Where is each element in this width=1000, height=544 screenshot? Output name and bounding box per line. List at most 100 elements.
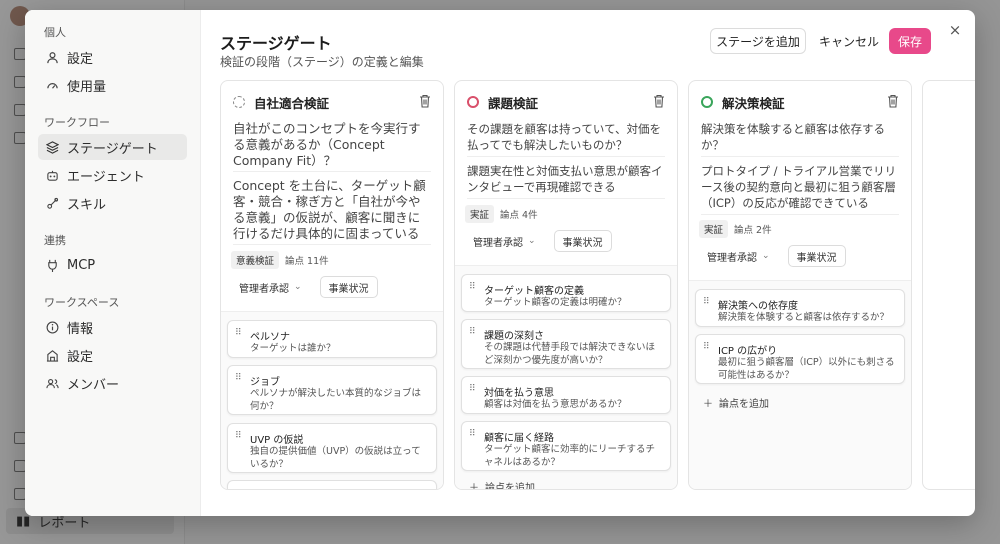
nav-item-agent[interactable]: エージェント (38, 162, 187, 188)
nav-item-info[interactable]: 情報 (38, 314, 187, 340)
divider (701, 214, 899, 215)
list-item[interactable] (227, 480, 437, 489)
point-count: 論点 2件 (734, 225, 772, 236)
users-icon (45, 376, 59, 390)
nav-item-skill[interactable]: スキル (38, 190, 187, 216)
list-item[interactable]: ⠿ UVP の仮説 独自の提供価値（UVP）の仮説は立っているか？ (227, 423, 437, 473)
approval-select[interactable]: 管理者承認 ⌄ (233, 276, 308, 298)
settings-sidebar: 個人 設定 使用量 ワークフロー ステージゲート エージェント スキル 連携 M… (25, 10, 201, 516)
stage-name[interactable]: 課題検証 (488, 93, 538, 112)
drag-handle-icon[interactable]: ⠿ (703, 298, 710, 307)
divider (467, 198, 665, 199)
section-title-workspace: ワークスペース (44, 296, 120, 309)
stage-name[interactable]: 解決策検証 (722, 93, 785, 112)
stage-header: 自社適合検証 (233, 93, 329, 111)
drag-handle-icon[interactable]: ⠿ (469, 328, 476, 337)
section-title-integration: 連携 (44, 234, 66, 247)
stage-type-badge: 実証 (699, 220, 729, 238)
point-list: ⠿ 解決策への依存度 解決策を体験すると顧客は依存するか？ ⠿ ICP の広がり… (689, 280, 911, 489)
list-item[interactable]: ⠿ ICP の広がり 最初に狙う顧客層（ICP）以外にも刺さる可能性はあるか？ (695, 334, 905, 384)
stage-question[interactable]: 自社がこのコンセプトを今実行する意義があるか（Concept Company F… (233, 121, 431, 169)
stage-criteria[interactable]: Concept を土台に、ターゲット顧客・競合・稼ぎ方と「自社が今やる意義」の仮… (233, 178, 431, 242)
stage-controls: 管理者承認 ⌄ 事業状況 (467, 230, 612, 252)
plus-icon: ＋ (703, 399, 713, 410)
nav-item-usage[interactable]: 使用量 (38, 72, 187, 98)
chevron-down-icon: ⌄ (528, 236, 536, 246)
drag-handle-icon[interactable]: ⠿ (469, 385, 476, 394)
list-item[interactable]: ⠿ ターゲット顧客の定義 ターゲット顧客の定義は明確か？ (461, 274, 671, 312)
nav-item-stage-gate[interactable]: ステージゲート (38, 134, 187, 160)
list-item[interactable]: ⠿ 顧客に届く経路 ターゲット顧客に効率的にリーチするチャネルはあるか？ (461, 421, 671, 471)
drag-handle-icon[interactable]: ⠿ (703, 343, 710, 352)
stage-criteria[interactable]: プロトタイプ / トライアル営業でリリース後の契約意向と最初に狙う顧客層（ICP… (701, 163, 899, 211)
stage-meta: 意義検証 論点 11件 (231, 251, 329, 269)
stage-type-badge: 実証 (465, 205, 495, 223)
plug-icon (45, 258, 59, 272)
list-item[interactable]: ⠿ 対価を払う意思 顧客は対価を払う意思があるか？ (461, 376, 671, 414)
approval-select[interactable]: 管理者承認 ⌄ (701, 245, 776, 267)
add-point-button[interactable]: ＋ 論点を追加 (469, 479, 535, 490)
drag-handle-icon[interactable]: ⠿ (235, 329, 242, 338)
point-list: ⠿ ペルソナ ターゲットは誰か？ ⠿ ジョブ ペルソナが解決したい本質的なジョブ… (221, 311, 443, 489)
stage-card-3: 解決策検証 解決策を体験すると顧客は依存するか？ プロトタイプ / トライアル営… (688, 80, 912, 490)
business-status-button[interactable]: 事業状況 (787, 245, 846, 267)
stage-question[interactable]: その課題を顧客は持っていて、対価を払ってでも解決したいものか？ (467, 121, 665, 153)
trash-icon[interactable] (653, 94, 665, 108)
section-title-personal: 個人 (44, 26, 66, 39)
cancel-button[interactable]: キャンセル (815, 28, 883, 54)
stage-question[interactable]: 解決策を体験すると顧客は依存するか？ (701, 121, 899, 153)
chevron-down-icon: ⌄ (294, 282, 302, 292)
stage-controls: 管理者承認 ⌄ 事業状況 (233, 276, 378, 298)
list-item[interactable]: ⠿ 課題の深刻さ その課題は代替手段では解決できないほど深刻かつ優先度が高いか？ (461, 319, 671, 369)
settings-modal: 個人 設定 使用量 ワークフロー ステージゲート エージェント スキル 連携 M… (25, 10, 975, 516)
bot-icon (45, 168, 59, 182)
skill-icon (45, 196, 59, 210)
drag-handle-icon[interactable]: ⠿ (469, 283, 476, 292)
drag-handle-icon[interactable]: ⠿ (469, 430, 476, 439)
stage-meta: 実証 論点 2件 (699, 220, 772, 238)
add-point-button[interactable]: ＋ 論点を追加 (703, 395, 769, 410)
drag-handle-icon[interactable]: ⠿ (235, 374, 242, 383)
close-icon[interactable]: × (947, 22, 963, 38)
approval-select[interactable]: 管理者承認 ⌄ (467, 230, 542, 252)
stage-name[interactable]: 自社適合検証 (254, 93, 329, 112)
stage-status-icon (467, 96, 479, 108)
divider (467, 156, 665, 157)
stage-card-4-partial (922, 80, 975, 490)
plus-icon: ＋ (469, 483, 479, 490)
stage-meta: 実証 論点 4件 (465, 205, 538, 223)
drag-handle-icon[interactable]: ⠿ (235, 432, 242, 441)
stage-status-icon (233, 96, 245, 108)
stage-criteria[interactable]: 課題実在性と対価支払い意思が顧客インタビューで再現確認できる (467, 163, 665, 195)
page-subtitle: 検証の段階（ステージ）の定義と編集 (220, 55, 424, 69)
trash-icon[interactable] (419, 94, 431, 108)
add-stage-button[interactable]: ステージを追加 (710, 28, 806, 54)
nav-item-members[interactable]: メンバー (38, 370, 187, 396)
chevron-down-icon: ⌄ (762, 251, 770, 261)
divider (701, 156, 899, 157)
user-icon (45, 50, 59, 64)
stage-gate-icon (45, 140, 59, 154)
list-item[interactable]: ⠿ ジョブ ペルソナが解決したい本質的なジョブは何か？ (227, 365, 437, 415)
business-status-button[interactable]: 事業状況 (553, 230, 612, 252)
nav-item-mcp[interactable]: MCP (38, 252, 187, 278)
list-item[interactable]: ⠿ 解決策への依存度 解決策を体験すると顧客は依存するか？ (695, 289, 905, 327)
stage-card-2: 課題検証 その課題を顧客は持っていて、対価を払ってでも解決したいものか？ 課題実… (454, 80, 678, 490)
point-count: 論点 4件 (500, 210, 538, 221)
stage-type-badge: 意義検証 (231, 251, 280, 269)
point-list: ⠿ ターゲット顧客の定義 ターゲット顧客の定義は明確か？ ⠿ 課題の深刻さ その… (455, 265, 677, 490)
stage-gate-panel: ステージゲート 検証の段階（ステージ）の定義と編集 ステージを追加 キャンセル … (201, 10, 975, 516)
stage-status-icon (701, 96, 713, 108)
section-title-workflow: ワークフロー (44, 116, 110, 129)
info-icon (45, 320, 59, 334)
stage-header: 課題検証 (467, 93, 538, 111)
nav-item-workspace-settings[interactable]: 設定 (38, 342, 187, 368)
trash-icon[interactable] (887, 94, 899, 108)
point-count: 論点 11件 (285, 256, 329, 267)
divider (233, 171, 431, 172)
stage-card-1: 自社適合検証 自社がこのコンセプトを今実行する意義があるか（Concept Co… (220, 80, 444, 490)
save-button[interactable]: 保存 (889, 28, 931, 54)
nav-item-personal-settings[interactable]: 設定 (38, 44, 187, 70)
list-item[interactable]: ⠿ ペルソナ ターゲットは誰か？ (227, 320, 437, 358)
business-status-button[interactable]: 事業状況 (319, 276, 378, 298)
